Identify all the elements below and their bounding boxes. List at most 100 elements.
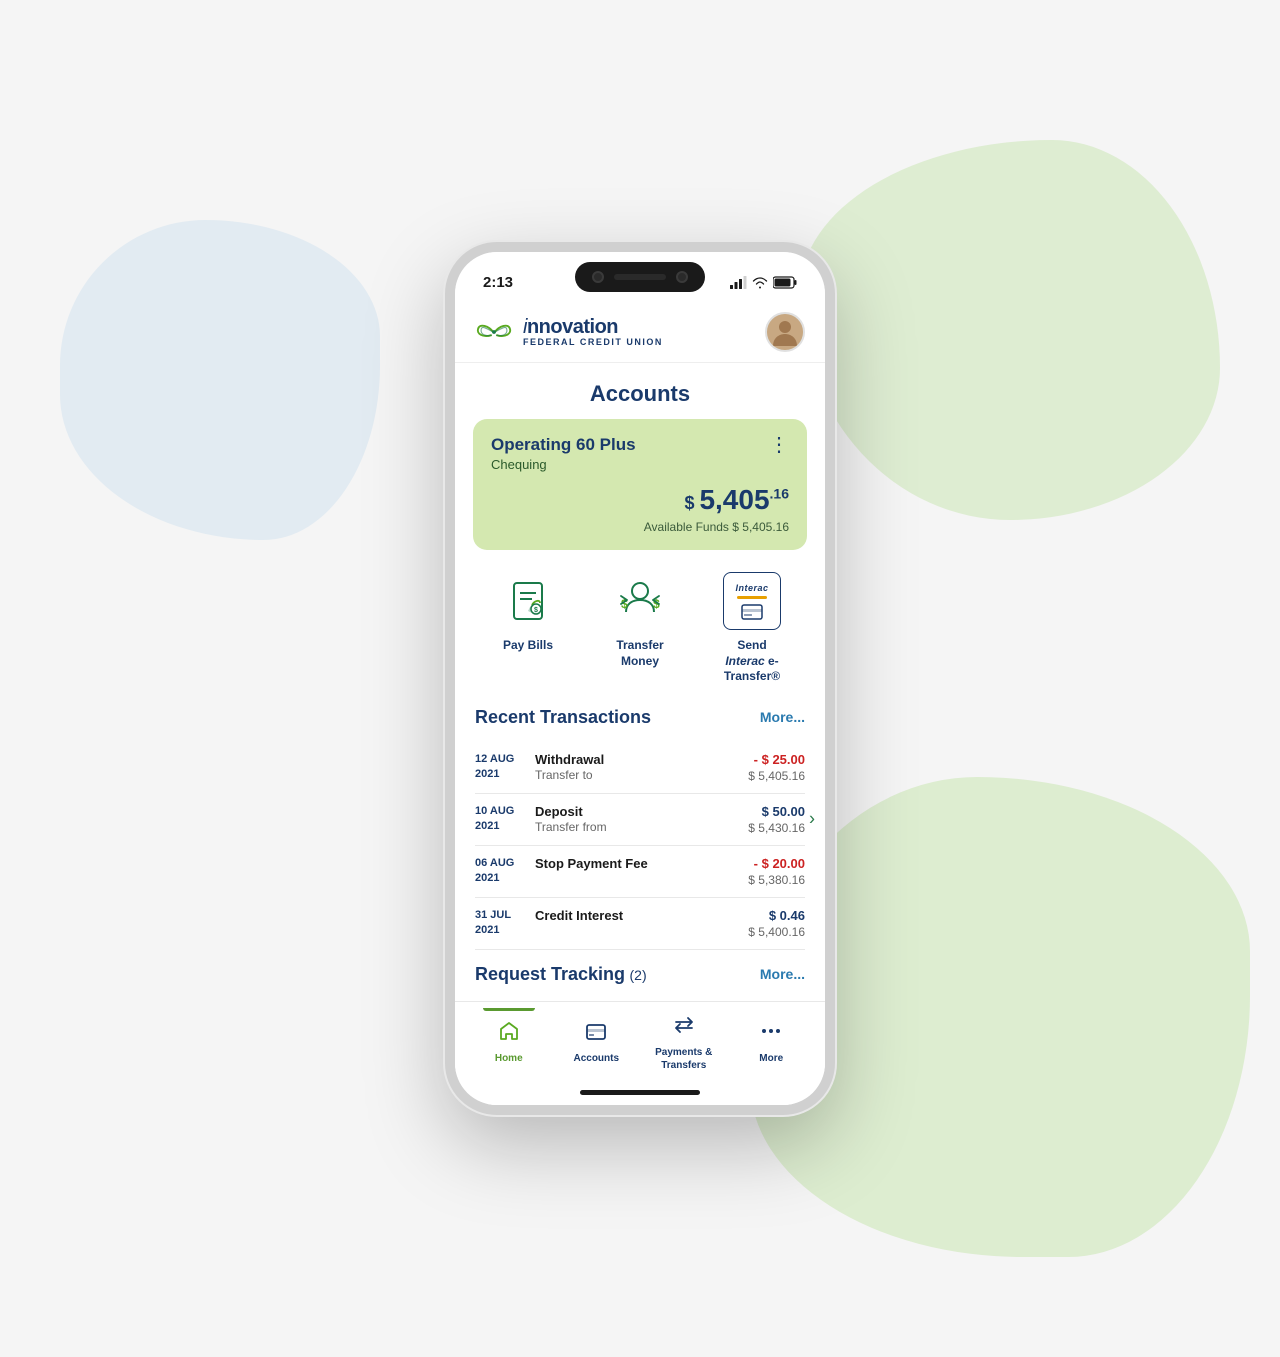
transaction-balance: $ 5,380.16 — [748, 873, 805, 887]
transaction-title: Deposit — [535, 804, 740, 819]
nav-payments-label: Payments & Transfers — [640, 1046, 728, 1072]
transaction-balance: $ 5,400.16 — [748, 925, 805, 939]
transaction-title: Stop Payment Fee — [535, 856, 740, 871]
transaction-amount: $ 0.46 — [748, 908, 805, 923]
pay-bills-action[interactable]: $ Pay Bills — [488, 572, 568, 654]
transaction-row-arrow[interactable]: › — [809, 809, 815, 830]
speaker — [614, 274, 666, 280]
transaction-desc: Withdrawal Transfer to — [527, 752, 748, 782]
date-line2: 2021 — [475, 767, 527, 782]
home-bar — [580, 1090, 700, 1095]
account-name: Operating 60 Plus — [491, 435, 636, 455]
transaction-balance: $ 5,430.16 — [748, 821, 805, 835]
battery-icon — [773, 276, 797, 289]
pay-bills-icon: $ — [499, 572, 557, 630]
date-line1: 06 AUG — [475, 856, 527, 871]
transfer-money-action[interactable]: $ $ Transfer Money — [600, 572, 680, 669]
account-card-header: Operating 60 Plus Chequing ⋮ — [491, 435, 789, 472]
balance-cents: .16 — [770, 486, 789, 502]
transaction-desc: Credit Interest — [527, 908, 748, 923]
background-blob-blue — [60, 220, 380, 540]
table-row: 06 AUG 2021 Stop Payment Fee - $ 20.00 $… — [475, 846, 805, 898]
status-icons — [730, 276, 797, 289]
interac-icon: Interac — [723, 572, 781, 630]
home-icon — [498, 1020, 520, 1048]
request-tracking-more[interactable]: More... — [760, 966, 805, 982]
phone-frame: 2:13 — [445, 242, 835, 1115]
transaction-amount: $ 50.00 — [748, 804, 805, 819]
account-card[interactable]: Operating 60 Plus Chequing ⋮ $ 5,405.16 … — [473, 419, 807, 550]
interac-bar — [737, 596, 767, 599]
nav-more-label: More — [759, 1052, 783, 1065]
status-time: 2:13 — [483, 274, 513, 291]
logo-text-group: innovation FEDERAL CREDIT UNION — [523, 316, 663, 348]
account-balance-section: $ 5,405.16 Available Funds $ 5,405.16 — [491, 484, 789, 534]
home-indicator — [455, 1082, 825, 1105]
camera — [592, 271, 604, 283]
account-card-arrow[interactable]: › — [828, 473, 835, 496]
interac-text: Interac — [735, 583, 768, 593]
logo-innovation-text: innovation — [523, 316, 663, 338]
sensor — [676, 271, 688, 283]
transaction-subtitle: Transfer to — [535, 768, 740, 782]
avatar-image — [767, 314, 803, 350]
transactions-more[interactable]: More... — [760, 709, 805, 725]
date-line1: 31 JUL — [475, 908, 527, 923]
transactions-header: Recent Transactions More... — [475, 707, 805, 728]
account-balance: $ 5,405.16 — [491, 484, 789, 516]
phone-notch — [575, 262, 705, 292]
transaction-amounts: - $ 25.00 $ 5,405.16 — [748, 752, 805, 783]
transfer-money-label: Transfer Money — [600, 638, 680, 669]
transactions-title: Recent Transactions — [475, 707, 651, 728]
app-content: innovation FEDERAL CREDIT UNION Accounts — [455, 300, 825, 1105]
pay-bills-label: Pay Bills — [503, 638, 553, 654]
transaction-amounts: $ 50.00 $ 5,430.16 — [748, 804, 805, 835]
transactions-section: Recent Transactions More... 12 AUG 2021 … — [455, 695, 825, 950]
request-tracking-section: Request Tracking (2) More... — [455, 950, 825, 985]
date-line1: 12 AUG — [475, 752, 527, 767]
background-blob-green-top — [800, 140, 1220, 520]
request-tracking-header: Request Tracking (2) More... — [475, 964, 805, 985]
request-title-group: Request Tracking (2) — [475, 964, 647, 985]
transaction-amounts: $ 0.46 $ 5,400.16 — [748, 908, 805, 939]
avatar[interactable] — [765, 312, 805, 352]
nav-home[interactable]: Home — [465, 1016, 553, 1069]
table-row[interactable]: 10 AUG 2021 Deposit Transfer from $ 50.0… — [475, 794, 805, 846]
transaction-date: 06 AUG 2021 — [475, 856, 527, 887]
send-etransfer-action[interactable]: Interac SendInterac e-Transfer® — [712, 572, 792, 685]
account-available: Available Funds $ 5,405.16 — [491, 520, 789, 534]
transaction-amount: - $ 20.00 — [748, 856, 805, 871]
interac-box: Interac — [723, 572, 781, 630]
nav-more[interactable]: More — [728, 1016, 816, 1069]
transaction-title: Withdrawal — [535, 752, 740, 767]
bottom-navigation: Home Accounts — [455, 1001, 825, 1082]
table-row: 31 JUL 2021 Credit Interest $ 0.46 $ 5,4… — [475, 898, 805, 950]
wifi-icon — [752, 276, 768, 289]
balance-main: 5,405 — [699, 484, 769, 515]
transaction-amount: - $ 25.00 — [748, 752, 805, 767]
butterfly-logo-icon — [475, 318, 513, 346]
transaction-balance: $ 5,405.16 — [748, 769, 805, 783]
etransfer-label: SendInterac e-Transfer® — [712, 638, 792, 685]
app-header: innovation FEDERAL CREDIT UNION — [455, 300, 825, 363]
transaction-date: 10 AUG 2021 — [475, 804, 527, 835]
account-card-wrapper: Operating 60 Plus Chequing ⋮ $ 5,405.16 … — [455, 419, 825, 550]
nav-accounts[interactable]: Accounts — [553, 1016, 641, 1069]
account-menu-icon[interactable]: ⋮ — [769, 435, 789, 455]
available-label: Available Funds — [644, 520, 729, 534]
interac-italic: Interac — [725, 654, 764, 668]
transfers-icon — [673, 1014, 695, 1042]
transaction-date: 12 AUG 2021 — [475, 752, 527, 783]
request-tracking-count: (2) — [630, 967, 647, 983]
transfer-money-icon: $ $ — [611, 572, 669, 630]
accounts-icon — [585, 1020, 607, 1048]
more-icon — [760, 1020, 782, 1048]
table-row: 12 AUG 2021 Withdrawal Transfer to - $ 2… — [475, 742, 805, 794]
transaction-date: 31 JUL 2021 — [475, 908, 527, 939]
header-logo: innovation FEDERAL CREDIT UNION — [475, 316, 663, 348]
account-info: Operating 60 Plus Chequing — [491, 435, 636, 472]
nav-home-label: Home — [495, 1052, 523, 1065]
available-amount: $ 5,405.16 — [732, 520, 789, 534]
request-tracking-title: Request Tracking — [475, 964, 625, 984]
nav-payments-transfers[interactable]: Payments & Transfers — [640, 1010, 728, 1076]
